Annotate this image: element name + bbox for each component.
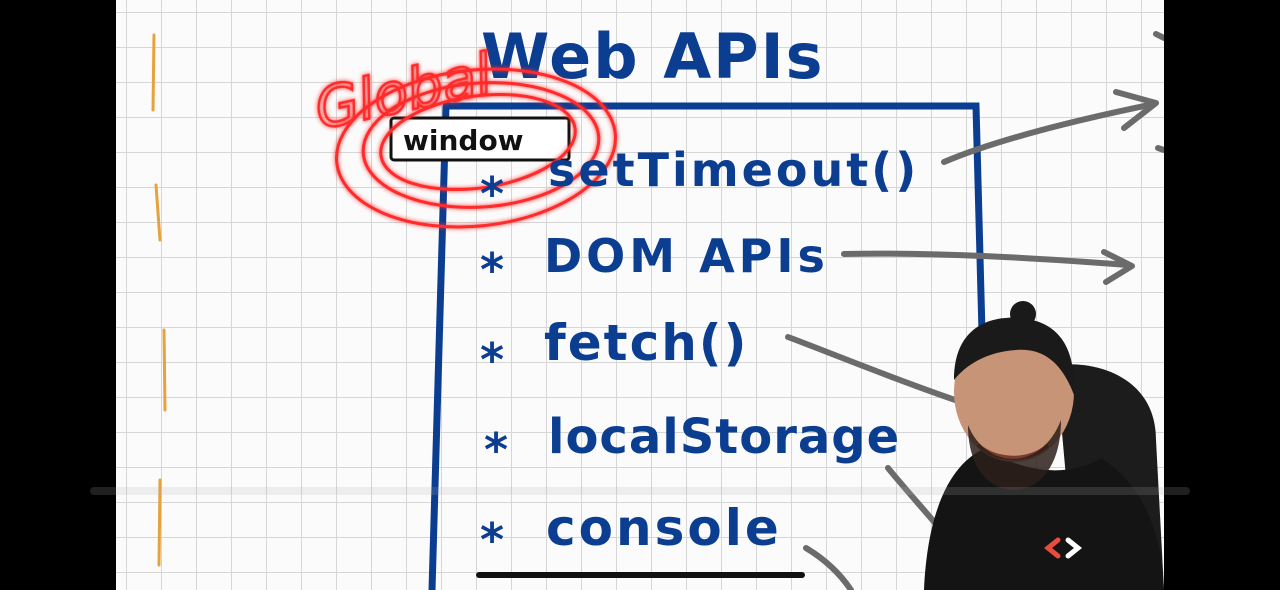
list-item-dom-apis: DOM APIs: [544, 229, 829, 283]
list-bullet: *: [484, 423, 508, 477]
list-bullet: *: [480, 333, 504, 387]
list-bullet: *: [480, 167, 504, 221]
player-progress-track[interactable]: [90, 487, 1190, 495]
letterbox-left: [0, 0, 116, 590]
home-indicator-bar[interactable]: [476, 572, 805, 578]
whiteboard-canvas: Web APIs window Global * setTimeout() * …: [116, 0, 1164, 590]
list-item-settimeout: setTimeout(): [548, 143, 919, 197]
presenter-webcam: [924, 301, 1164, 590]
window-label: window: [403, 124, 524, 157]
orange-dashes: [151, 33, 167, 567]
whiteboard-drawing: Web APIs window Global * setTimeout() * …: [151, 20, 1164, 590]
list-item-console: console: [546, 499, 782, 557]
heading-web-apis: Web APIs: [481, 20, 825, 93]
list-bullet: *: [480, 513, 504, 567]
list-item-fetch: fetch(): [544, 314, 749, 372]
list-item-localstorage: localStorage: [548, 409, 900, 465]
list-bullet: *: [480, 243, 504, 297]
letterbox-right: [1164, 0, 1280, 590]
api-list: * setTimeout() * DOM APIs * fetch() * lo…: [480, 143, 919, 567]
